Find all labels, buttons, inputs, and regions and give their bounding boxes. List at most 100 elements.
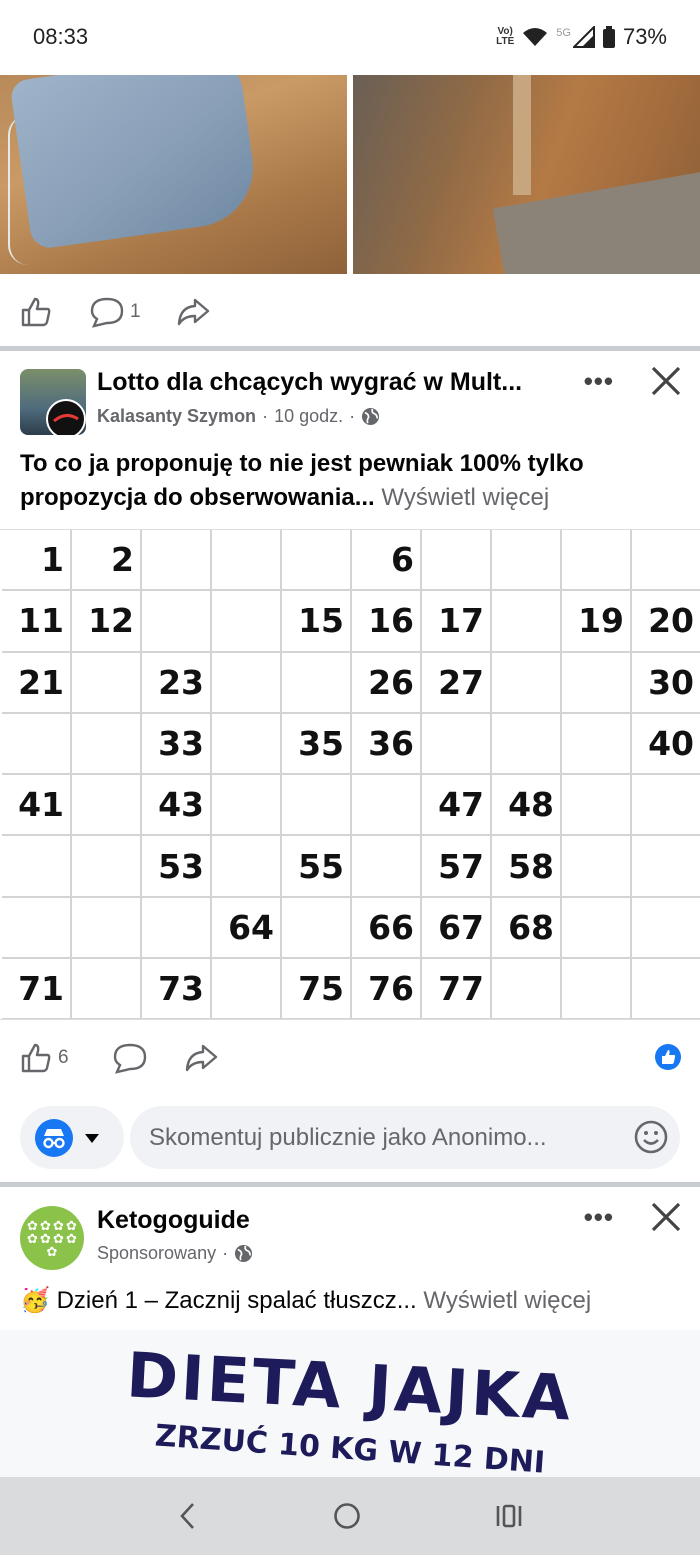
like-button[interactable]: 6 <box>20 1042 69 1074</box>
grid-number-cell: 68 <box>492 897 562 960</box>
post-photo-left[interactable] <box>0 75 347 274</box>
grid-empty-cell <box>212 959 282 1019</box>
share-icon <box>185 1044 218 1072</box>
grid-empty-cell <box>562 713 632 776</box>
grid-empty-cell <box>282 530 352 592</box>
share-icon <box>177 298 210 326</box>
like-button[interactable] <box>20 296 52 328</box>
grid-empty-cell <box>422 713 492 776</box>
grid-empty-cell <box>632 836 700 898</box>
post2-body: To co ja proponuję to nie jest pewniak 1… <box>20 447 680 515</box>
sponsor-meta: Sponsorowany · <box>97 1243 253 1264</box>
author-name[interactable]: Kalasanty Szymon <box>97 406 256 427</box>
grid-number-cell: 48 <box>492 775 562 837</box>
more-options-button[interactable]: ••• <box>584 366 614 397</box>
grid-empty-cell <box>632 775 700 837</box>
close-icon[interactable] <box>649 1200 683 1234</box>
see-more-link[interactable]: Wyświetl więcej <box>423 1287 591 1314</box>
grid-empty-cell <box>492 591 562 653</box>
grid-number-cell: 27 <box>422 652 492 714</box>
close-icon[interactable] <box>649 364 683 398</box>
photo-cushion <box>9 75 261 251</box>
emoji-icon[interactable] <box>634 1120 668 1154</box>
incognito-icon <box>35 1118 73 1157</box>
status-indicators: Vo) LTE 5G 73% <box>496 24 667 50</box>
5g-indicator: 5G <box>556 27 571 39</box>
grid-empty-cell <box>282 775 352 837</box>
grid-number-cell: 17 <box>422 591 492 653</box>
grid-empty-cell <box>492 959 562 1019</box>
group-name[interactable]: Lotto dla chcących wygrać w Mult... <box>97 368 522 397</box>
more-options-button[interactable]: ••• <box>584 1202 614 1233</box>
grid-number-cell: 11 <box>2 591 72 653</box>
status-time: 08:33 <box>33 24 89 49</box>
like-icon <box>21 297 51 327</box>
grid-empty-cell <box>632 898 700 960</box>
grid-empty-cell <box>282 652 352 714</box>
grid-empty-cell <box>562 775 632 837</box>
grid-number-cell: 40 <box>632 714 700 776</box>
globe-icon <box>362 407 380 426</box>
grid-number-cell: 2 <box>72 530 142 592</box>
grid-number-cell: 19 <box>562 591 632 653</box>
grid-number-cell: 57 <box>422 836 492 898</box>
grid-number-cell: 76 <box>352 959 422 1019</box>
grid-empty-cell <box>562 836 632 898</box>
grid-number-cell: 15 <box>282 591 352 653</box>
post2-meta: Kalasanty Szymon · 10 godz. · <box>97 406 380 427</box>
grid-empty-cell <box>352 775 422 837</box>
recents-icon[interactable] <box>494 1501 524 1531</box>
share-button[interactable] <box>176 296 210 328</box>
grid-number-cell: 1 <box>2 530 72 592</box>
post-time[interactable]: 10 godz. <box>274 406 343 427</box>
system-nav-bar <box>0 1477 700 1555</box>
more-icon: ••• <box>583 1202 614 1232</box>
grid-empty-cell <box>632 530 700 592</box>
group-avatar[interactable] <box>20 369 86 435</box>
grid-number-cell: 77 <box>422 959 492 1019</box>
share-button[interactable] <box>184 1042 218 1074</box>
globe-icon <box>235 1244 253 1263</box>
author-avatar[interactable] <box>46 399 86 435</box>
identity-switcher[interactable] <box>20 1106 124 1169</box>
like-count: 6 <box>58 1047 69 1068</box>
grid-number-cell: 20 <box>632 591 700 653</box>
grid-empty-cell <box>2 713 72 776</box>
see-more-link[interactable]: Wyświetl więcej <box>381 484 549 511</box>
grid-empty-cell <box>492 530 562 592</box>
grid-empty-cell <box>212 713 282 776</box>
post2-action-bar: 6 <box>0 1036 700 1080</box>
like-icon <box>21 1043 51 1073</box>
post-separator <box>0 1182 700 1187</box>
photo-furniture-leg <box>513 75 531 195</box>
grid-empty-cell <box>2 897 72 960</box>
post-photo-right[interactable] <box>353 75 700 274</box>
back-icon[interactable] <box>176 1501 200 1531</box>
ad-image[interactable]: DIETA JAJKA ZRZUĆ 10 KG W 12 DNI <box>0 1330 700 1480</box>
post1-action-bar: 1 <box>0 290 700 334</box>
grid-number-cell: 41 <box>2 775 72 837</box>
like-reaction-icon[interactable] <box>654 1043 682 1071</box>
grid-number-cell: 43 <box>142 775 212 837</box>
home-icon[interactable] <box>332 1501 362 1531</box>
grid-empty-cell <box>212 530 282 592</box>
post-photos <box>0 75 700 275</box>
grid-number-cell: 75 <box>282 959 352 1019</box>
lotto-grid-image[interactable]: 1 2 6 11 12 15 16 17 19 20 21 23 26 27 30 33 35 36 40 41 43 4… <box>0 529 700 1020</box>
sponsor-name[interactable]: Ketogoguide <box>97 1206 250 1235</box>
comment-input[interactable]: Skomentuj publicznie jako Anonimo... <box>130 1106 680 1169</box>
sponsor-avatar[interactable]: ✿ ✿ ✿ ✿ ✿ ✿ ✿ ✿ ✿ <box>20 1206 84 1270</box>
grid-empty-cell <box>142 591 212 653</box>
grid-number-cell: 64 <box>212 897 282 960</box>
status-bar: 08:33 Vo) LTE 5G 73% <box>0 0 700 75</box>
grid-empty-cell <box>212 775 282 837</box>
grid-empty-cell <box>282 897 352 960</box>
comment-button[interactable] <box>113 1042 147 1074</box>
grid-empty-cell <box>562 959 632 1019</box>
grid-empty-cell <box>492 652 562 714</box>
sponsored-label: Sponsorowany <box>97 1243 217 1263</box>
grid-number-cell: 16 <box>352 591 422 653</box>
grid-empty-cell <box>212 652 282 714</box>
comment-icon <box>90 297 124 328</box>
comment-button[interactable]: 1 <box>90 296 141 328</box>
